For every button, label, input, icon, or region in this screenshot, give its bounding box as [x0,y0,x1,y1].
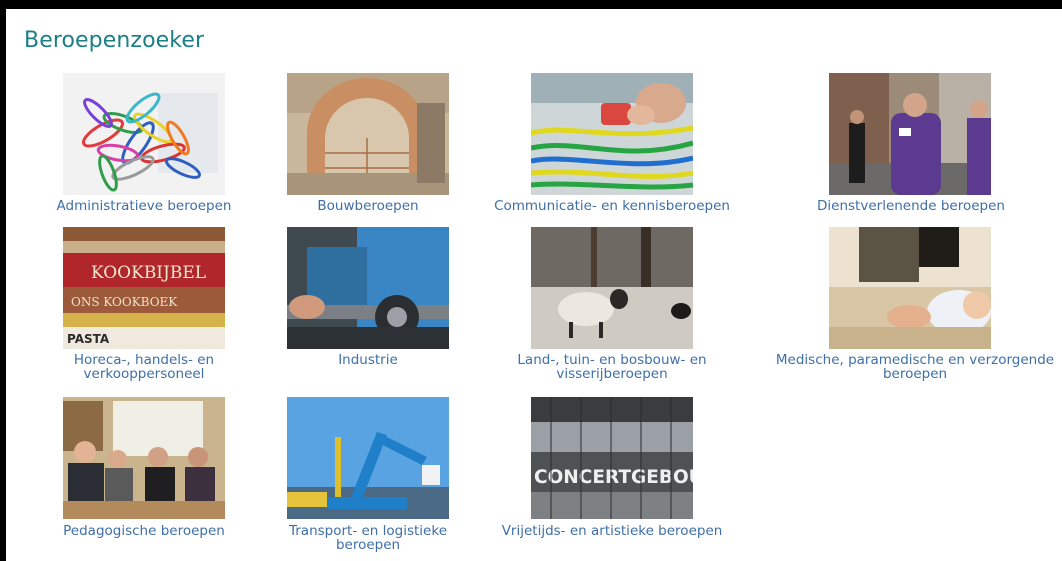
category-label[interactable]: Horeca-, handels- en verkooppersoneel [46,353,242,381]
concertgebouw-sign-text: CONCERTGEBOUW [534,467,693,488]
category-label[interactable]: Administratieve beroepen [46,199,242,213]
category-label[interactable]: Dienstverlenende beroepen [806,199,1016,213]
harbor-crane-photo[interactable] [287,397,449,519]
category-label[interactable]: Land-, tuin- en bosbouw- en visserijbero… [496,353,728,381]
sheep-field-photo[interactable] [531,227,693,349]
street-stewards-photo[interactable] [829,73,991,195]
classroom-photo[interactable] [63,397,225,519]
beroepenzoeker-panel: Beroepenzoeker Administratieve beroepen … [6,9,1062,561]
page-title: Beroepenzoeker [24,28,205,53]
category-label[interactable]: Bouwberoepen [270,199,466,213]
cookbooks-photo[interactable]: KOOKBIJBEL ONS KOOKBOEK PASTA [63,227,225,349]
book-title-pasta: PASTA [67,332,110,346]
book-title-ons-kookboek: ONS KOOKBOEK [71,295,178,309]
category-label[interactable]: Medische, paramedische en verzorgende be… [762,353,1062,381]
baby-care-photo[interactable] [829,227,991,349]
category-label[interactable]: Vrijetijds- en artistieke beroepen [484,524,740,538]
book-title-kookbijbel: KOOKBIJBEL [91,263,206,283]
network-cables-photo[interactable] [531,73,693,195]
lathe-machine-photo[interactable] [287,227,449,349]
category-label[interactable]: Industrie [270,353,466,367]
concertgebouw-photo[interactable]: CONCERTGEBOUW [531,397,693,519]
paperclips-photo[interactable] [63,73,225,195]
category-label[interactable]: Communicatie- en kennisberoepen [476,199,748,213]
brick-arch-photo[interactable] [287,73,449,195]
category-label[interactable]: Pedagogische beroepen [46,524,242,538]
category-label[interactable]: Transport- en logistieke beroepen [270,524,466,552]
